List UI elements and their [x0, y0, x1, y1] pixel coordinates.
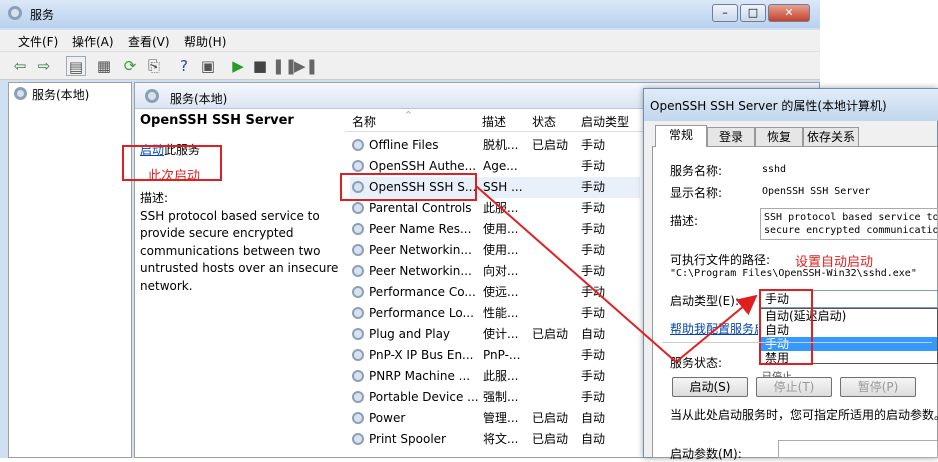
arrow-line: [675, 294, 758, 363]
annotation-arrows: [475, 185, 758, 363]
arrow-line: [475, 185, 677, 363]
tab-general[interactable]: 常规: [655, 125, 707, 147]
